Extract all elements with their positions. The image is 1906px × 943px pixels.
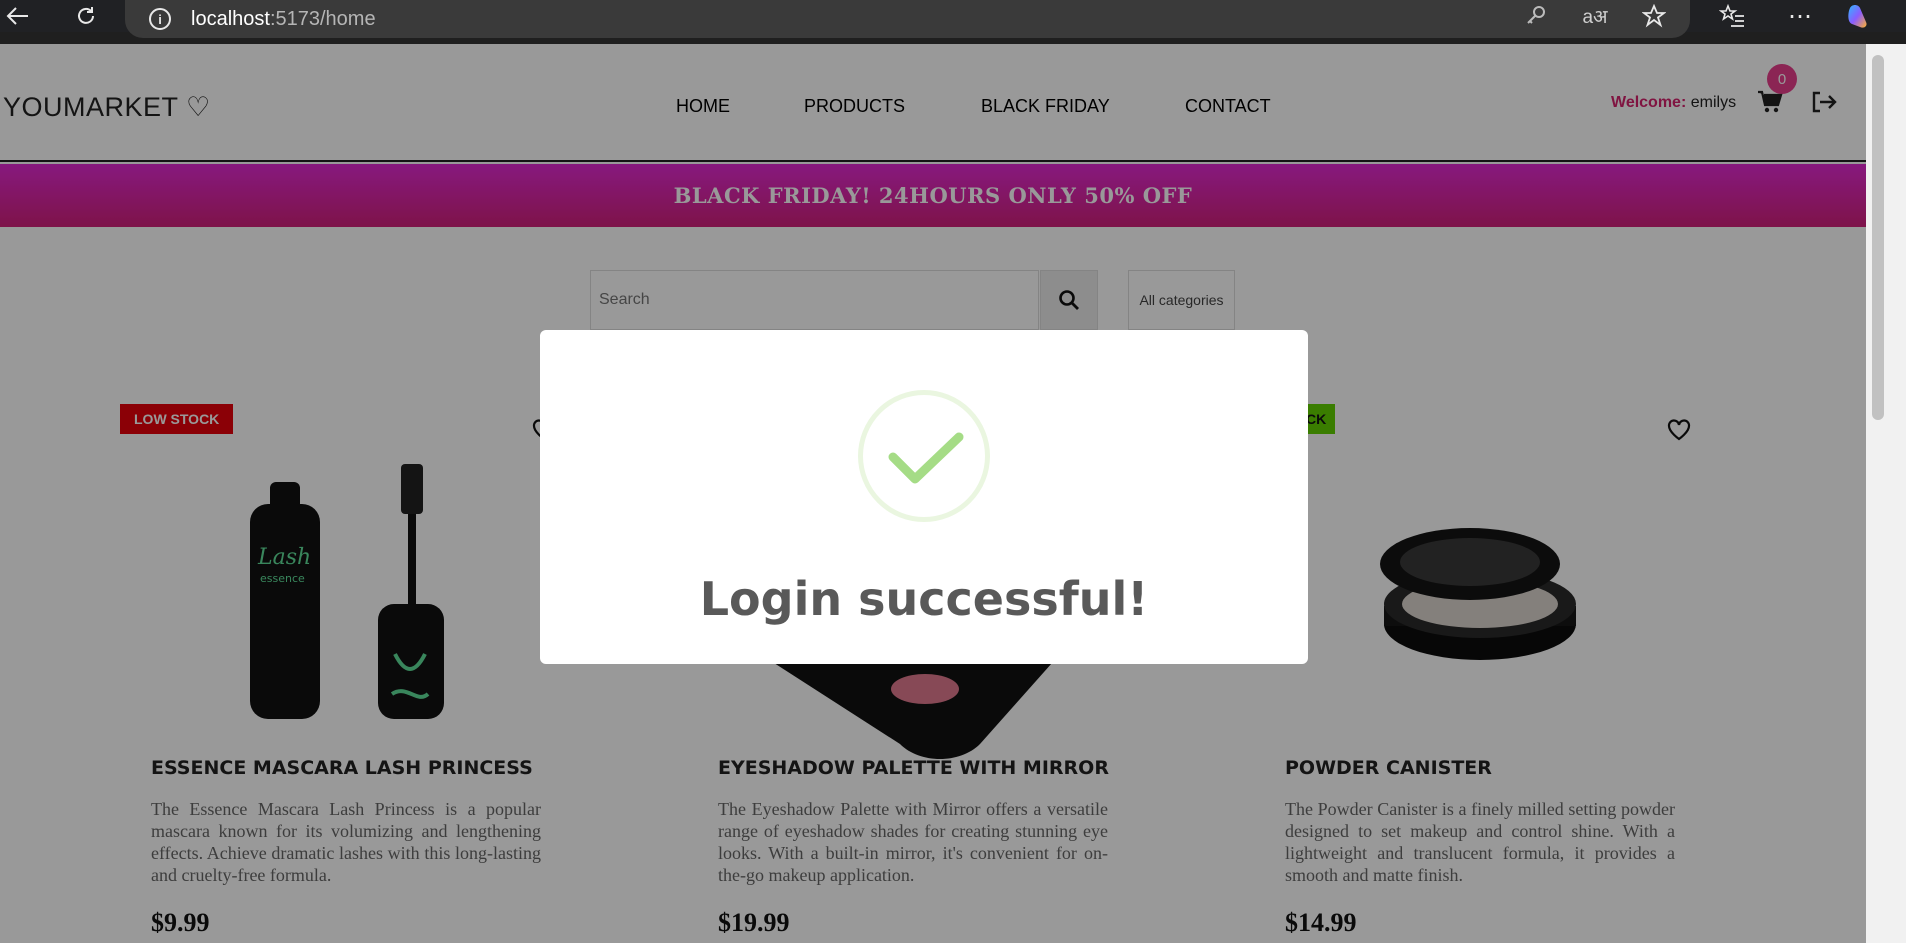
reload-icon[interactable]	[70, 0, 102, 32]
login-success-dialog: Login successful!	[540, 330, 1308, 664]
favorite-star-icon[interactable]	[1638, 0, 1670, 32]
translate-icon[interactable]: aअ	[1578, 0, 1612, 32]
success-check-icon	[858, 390, 990, 522]
more-menu-icon[interactable]: ⋯	[1784, 0, 1816, 32]
key-icon[interactable]	[1520, 0, 1552, 32]
url-text[interactable]: localhost:5173/home	[191, 8, 376, 31]
back-icon[interactable]	[2, 0, 34, 32]
scrollbar-thumb[interactable]	[1872, 55, 1884, 420]
copilot-icon[interactable]	[1845, 0, 1875, 32]
favorites-list-icon[interactable]	[1716, 0, 1748, 32]
browser-toolbar: i localhost:5173/home aअ ⋯	[0, 0, 1906, 38]
info-icon[interactable]: i	[149, 8, 171, 30]
address-bar[interactable]: i localhost:5173/home	[125, 0, 1690, 38]
dialog-title: Login successful!	[699, 572, 1149, 626]
